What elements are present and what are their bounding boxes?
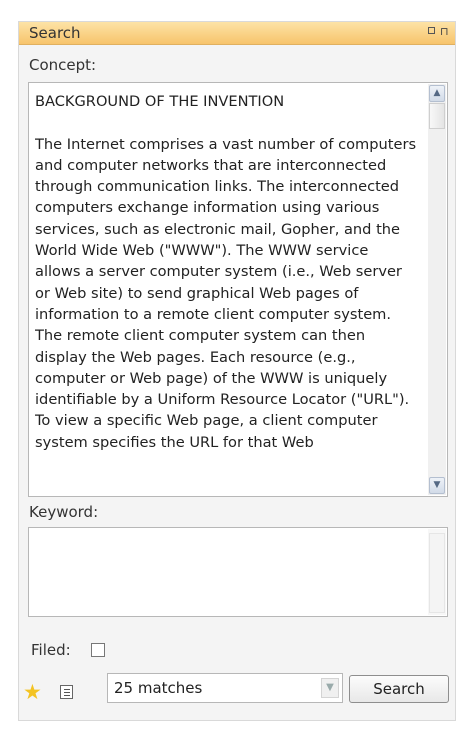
restore-icon[interactable] xyxy=(428,27,438,37)
matches-select[interactable]: 25 matches ▼ xyxy=(107,673,343,703)
keyword-label: Keyword: xyxy=(29,503,99,521)
keyword-input[interactable] xyxy=(28,527,448,617)
filed-label: Filed: xyxy=(31,641,71,659)
scroll-down-icon[interactable]: ▼ xyxy=(429,477,445,494)
pin-icon[interactable]: ⊓ xyxy=(440,26,450,37)
keyword-scroll-track xyxy=(429,533,445,613)
scroll-up-icon[interactable]: ▲ xyxy=(429,85,445,102)
panel-titlebar: Search ⊓ xyxy=(19,22,455,45)
keyword-scrollbar[interactable] xyxy=(428,529,446,615)
star-icon[interactable]: ★ xyxy=(23,682,42,703)
matches-value: 25 matches xyxy=(114,679,203,697)
search-panel: Search ⊓ Concept: BACKGROUND OF THE INVE… xyxy=(18,21,456,721)
search-button[interactable]: Search xyxy=(349,675,449,703)
concept-scrollbar[interactable]: ▲ ▼ xyxy=(428,84,446,495)
list-icon[interactable] xyxy=(60,685,73,699)
filed-checkbox[interactable] xyxy=(91,643,105,657)
scroll-thumb[interactable] xyxy=(429,103,445,129)
panel-title: Search xyxy=(29,24,81,42)
concept-label: Concept: xyxy=(29,56,97,74)
chevron-down-icon[interactable]: ▼ xyxy=(321,678,339,698)
concept-textarea[interactable]: BACKGROUND OF THE INVENTION The Internet… xyxy=(28,82,448,497)
concept-text: BACKGROUND OF THE INVENTION The Internet… xyxy=(35,93,417,451)
